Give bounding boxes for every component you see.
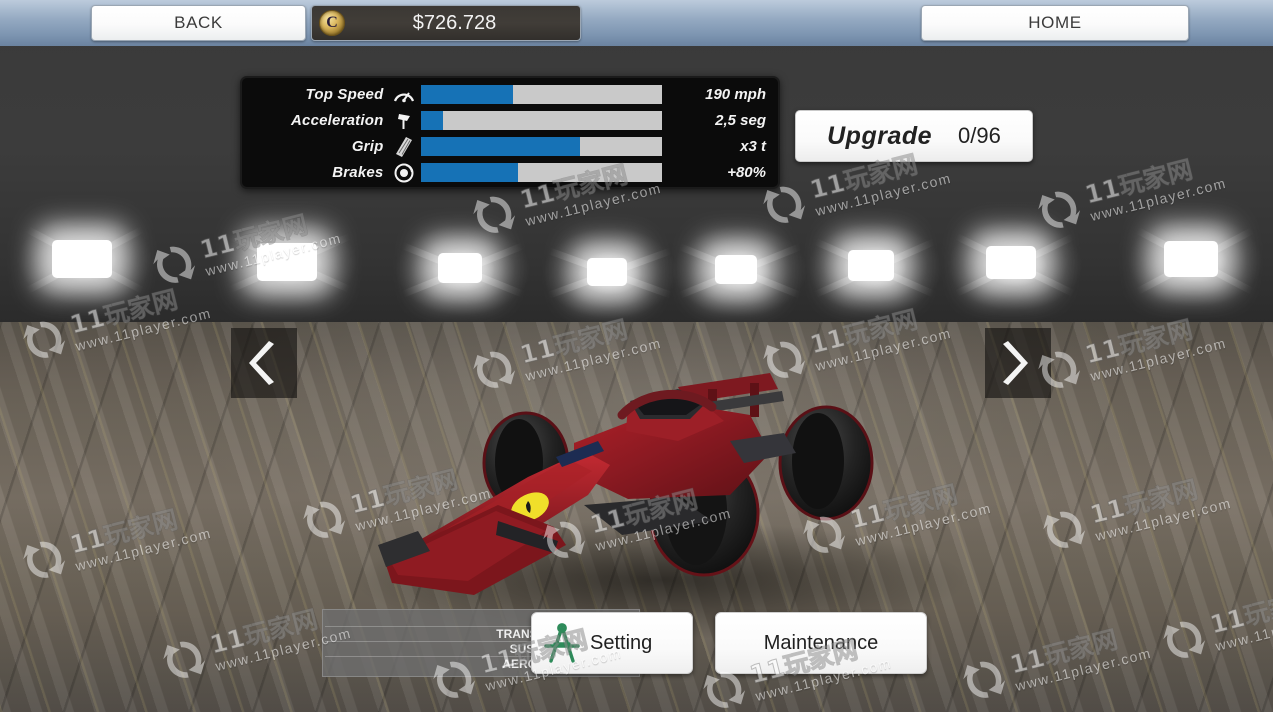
stat-bar-track (421, 163, 663, 182)
tire-tread-icon (390, 136, 418, 158)
back-label: BACK (174, 13, 223, 32)
maintenance-button[interactable]: Maintenance (715, 612, 927, 674)
brake-disc-icon (390, 162, 418, 184)
stadium-light (215, 198, 365, 328)
stat-row-brakes: Brakes +80% (246, 160, 770, 185)
stadium-light (940, 200, 1090, 330)
stadium-light (388, 205, 538, 335)
stat-value: +80% (727, 164, 766, 181)
chevron-left-icon (249, 341, 274, 385)
chevron-right-icon (1003, 341, 1028, 385)
back-button[interactable]: BACK (91, 5, 306, 41)
upgrade-button[interactable]: Upgrade 0/96 (795, 110, 1033, 162)
top-navigation-bar: BACK C $726.728 HOME (0, 0, 1273, 46)
stat-row-acceleration: Acceleration 2,5 seg (246, 108, 770, 133)
setting-button[interactable]: Setting (531, 612, 693, 674)
stat-value: x3 t (740, 138, 766, 155)
pedal-icon (390, 110, 418, 132)
stat-bar-track (421, 85, 663, 104)
home-button[interactable]: HOME (921, 5, 1189, 41)
stat-bar-track (421, 137, 663, 156)
stat-label: Acceleration (291, 112, 384, 129)
game-screen: Top Speed 190 mph Acceleration 2,5 seg G… (0, 0, 1273, 712)
coin-icon: C (319, 10, 345, 36)
stat-bar-fill (421, 137, 581, 156)
stat-label: Top Speed (305, 86, 384, 103)
stadium-light (1120, 196, 1270, 326)
compass-divider-icon (544, 623, 580, 663)
upgrade-label: Upgrade (827, 121, 933, 150)
stadium-light (10, 195, 160, 325)
stat-row-top-speed: Top Speed 190 mph (246, 82, 770, 107)
previous-car-button[interactable] (231, 328, 297, 398)
stat-label: Brakes (332, 164, 384, 181)
money-amount: $726.728 (412, 11, 497, 34)
stat-row-grip: Grip x3 t (246, 134, 770, 159)
stat-value: 2,5 seg (715, 112, 766, 129)
stat-bar-fill (421, 163, 518, 182)
next-car-button[interactable] (985, 328, 1051, 398)
stat-bar-track (421, 111, 663, 130)
stat-bar-fill (421, 85, 513, 104)
stadium-light (535, 208, 685, 338)
home-label: HOME (1028, 13, 1082, 32)
maintenance-label: Maintenance (763, 631, 879, 654)
stat-label: Grip (351, 138, 384, 155)
race-car-model (378, 345, 908, 600)
stadium-light (800, 203, 950, 333)
upgrade-count: 0/96 (958, 123, 1001, 148)
speedometer-icon (390, 84, 418, 106)
stadium-light (665, 206, 815, 336)
currency-display: C $726.728 (311, 5, 581, 41)
setting-label: Setting (590, 631, 653, 654)
car-stats-panel: Top Speed 190 mph Acceleration 2,5 seg G… (240, 76, 780, 189)
stat-bar-fill (421, 111, 444, 130)
stat-value: 190 mph (705, 86, 766, 103)
